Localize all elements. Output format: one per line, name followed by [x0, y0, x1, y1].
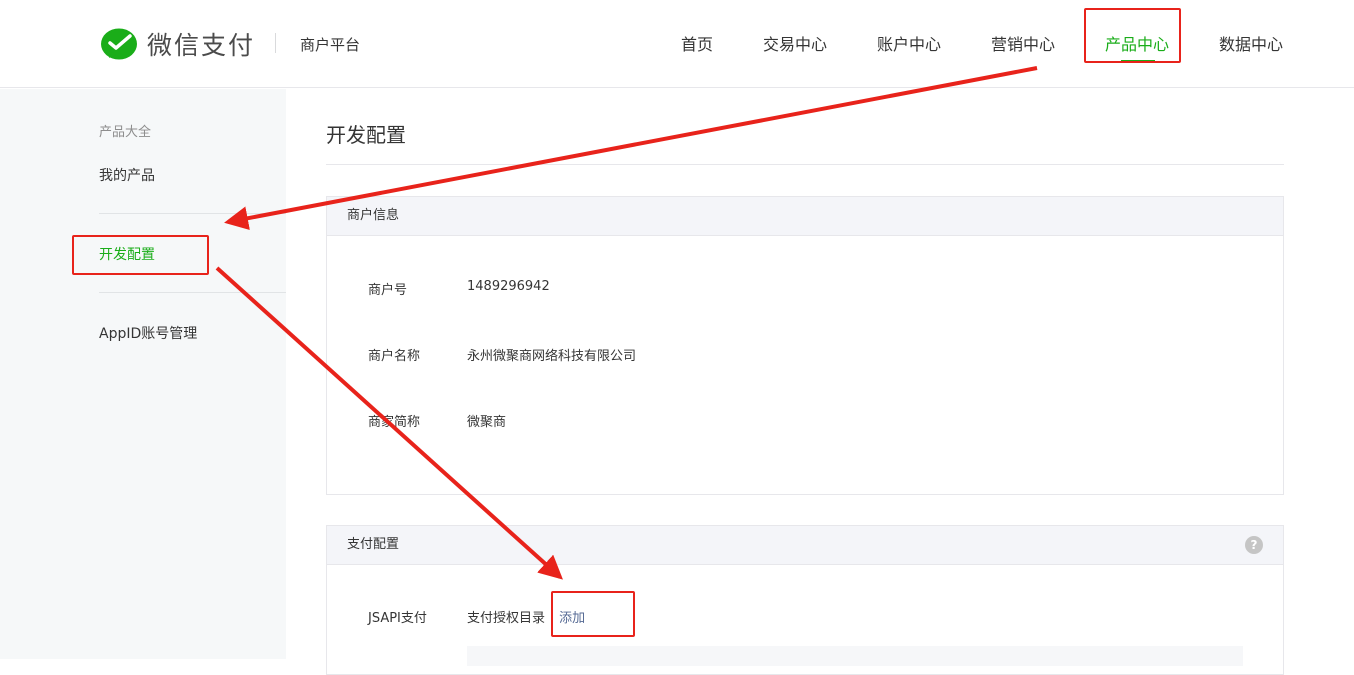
merchant-info-panel: 商户信息 商户号 1489296942 商户名称 永州微聚商网络科技有限公司 商… — [326, 196, 1284, 495]
page-title: 开发配置 — [326, 123, 406, 147]
help-icon[interactable]: ? — [1245, 536, 1263, 554]
brand-name[interactable]: 微信支付 — [147, 26, 255, 62]
nav-account[interactable]: 账户中心 — [877, 31, 941, 55]
sidebar-group-label: 产品大全 — [99, 125, 152, 140]
nav-marketing[interactable]: 营销中心 — [991, 31, 1055, 55]
header-divider — [275, 33, 276, 53]
auth-dir-label: 支付授权目录 — [467, 611, 546, 626]
merchant-name-value: 永州微聚商网络科技有限公司 — [467, 349, 637, 364]
jsapi-label: JSAPI支付 — [368, 611, 427, 626]
sidebar-item-appid-management[interactable]: AppID账号管理 — [99, 323, 197, 343]
pay-config-panel: 支付配置 ? JSAPI支付 支付授权目录 添加 — [326, 525, 1284, 675]
title-divider — [326, 164, 1284, 165]
nav-home[interactable]: 首页 — [681, 31, 713, 55]
merchant-short-name-value: 微聚商 — [467, 415, 507, 430]
auth-dir-list — [467, 646, 1243, 666]
wechat-pay-logo-icon — [101, 28, 137, 60]
merchant-id-value: 1489296942 — [467, 279, 550, 294]
nav-data[interactable]: 数据中心 — [1219, 31, 1283, 55]
merchant-name-label: 商户名称 — [368, 349, 421, 364]
sidebar-divider — [99, 213, 286, 214]
sidebar-item-my-products[interactable]: 我的产品 — [99, 165, 155, 185]
nav-transactions[interactable]: 交易中心 — [763, 31, 827, 55]
platform-name: 商户平台 — [300, 36, 361, 54]
sidebar-divider — [99, 292, 286, 293]
annotation-box-dev-config — [72, 235, 209, 275]
pay-config-heading: 支付配置 ? — [327, 526, 1283, 565]
annotation-box-products — [1084, 8, 1181, 63]
annotation-box-add — [551, 591, 635, 637]
merchant-short-name-label: 商家简称 — [368, 415, 421, 430]
pay-config-title: 支付配置 — [347, 537, 400, 552]
merchant-id-label: 商户号 — [368, 283, 408, 298]
merchant-info-heading: 商户信息 — [327, 197, 1283, 236]
